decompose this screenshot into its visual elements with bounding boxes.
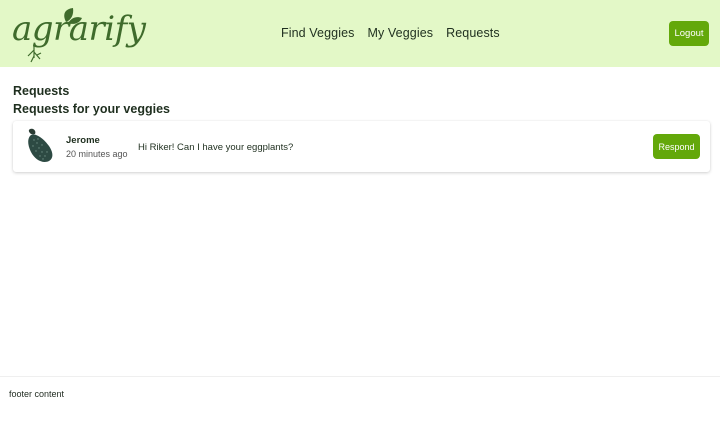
footer-text: footer content <box>9 389 65 399</box>
nav-my-veggies[interactable]: My Veggies <box>367 26 433 40</box>
page-title: Requests <box>13 84 70 98</box>
nav-find-veggies[interactable]: Find Veggies <box>281 26 354 40</box>
request-message: Hi Riker! Can I have your eggplants? <box>138 142 294 153</box>
main-nav: Find Veggies My Veggies Requests <box>281 26 513 40</box>
nav-requests[interactable]: Requests <box>446 26 500 40</box>
request-time: 20 minutes ago <box>66 149 128 159</box>
section-title: Requests for your veggies <box>13 102 170 116</box>
footer: footer content <box>0 376 720 421</box>
logo[interactable]: agrarify <box>10 6 146 64</box>
logout-button[interactable]: Logout <box>669 21 709 46</box>
requester-name: Jerome <box>66 135 100 146</box>
request-card: Jerome 20 minutes ago Hi Riker! Can I ha… <box>13 121 710 172</box>
header: agrarify Find Veggies My Veggies Request… <box>0 0 720 67</box>
eggplant-icon <box>28 128 53 162</box>
respond-button[interactable]: Respond <box>653 134 700 159</box>
logo-text: agrarify <box>12 9 146 49</box>
